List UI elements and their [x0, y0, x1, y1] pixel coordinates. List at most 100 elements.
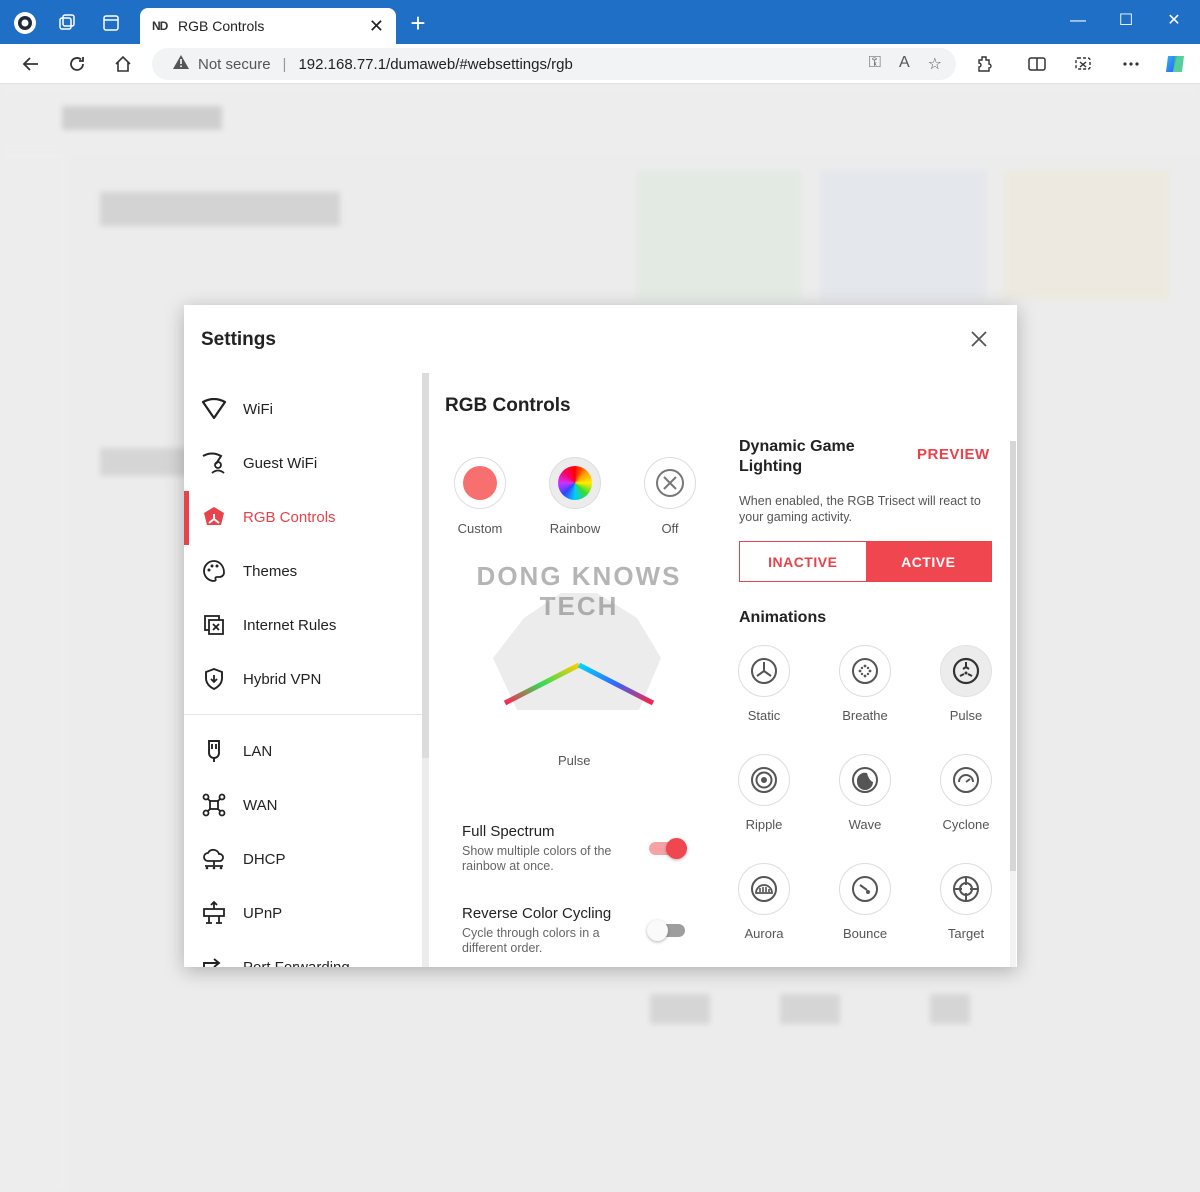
animation-pulse[interactable]: Pulse — [931, 645, 1001, 723]
sidebar-item-label: LAN — [243, 742, 273, 760]
browser-titlebar: ND RGB Controls ✕ + — ☐ ✕ — [0, 0, 1200, 44]
sidebar-item-lan[interactable]: LAN — [184, 729, 422, 773]
animation-label: Bounce — [842, 926, 888, 941]
minimize-button[interactable]: — — [1058, 8, 1098, 34]
browser-profile-icon[interactable] — [12, 10, 38, 36]
trisect-preview: DONG KNOWS TECH — [469, 553, 689, 743]
animation-label: Aurora — [744, 926, 784, 941]
internet-rules-icon — [201, 612, 227, 638]
ripple-icon[interactable] — [738, 754, 790, 806]
pulse-icon[interactable] — [940, 645, 992, 697]
animation-target[interactable]: Target — [931, 863, 1001, 941]
sidebar-item-label: Themes — [243, 562, 298, 580]
aurora-icon[interactable] — [738, 863, 790, 915]
target-icon[interactable] — [940, 863, 992, 915]
sidebar-item-themes[interactable]: Themes — [184, 549, 422, 593]
new-tab-button[interactable]: + — [404, 10, 432, 38]
full-spectrum-description: Show multiple colors of the rainbow at o… — [462, 844, 612, 873]
mode-label: Rainbow — [549, 521, 601, 536]
workspaces-icon[interactable] — [54, 10, 80, 36]
custom-color-swatch[interactable] — [454, 457, 506, 509]
sidebar-item-label: DHCP — [243, 850, 286, 868]
mode-off[interactable]: Off — [630, 457, 710, 536]
tab-close-icon[interactable]: ✕ — [369, 16, 384, 37]
animations-title: Animations — [739, 609, 827, 626]
sidebar-item-guest-wifi[interactable]: Guest WiFi — [184, 441, 422, 485]
full-spectrum-toggle[interactable] — [647, 838, 687, 859]
sidebar-item-wifi[interactable]: WiFi — [184, 387, 422, 431]
bounce-icon[interactable] — [839, 863, 891, 915]
sidebar-item-port-forwarding[interactable]: Port Forwarding — [184, 945, 422, 967]
content-scrollbar[interactable] — [1010, 441, 1016, 967]
maximize-button[interactable]: ☐ — [1106, 8, 1146, 34]
home-button[interactable] — [108, 50, 138, 78]
extensions-icon[interactable] — [970, 50, 1000, 78]
cyclone-icon[interactable] — [940, 754, 992, 806]
sidebar-item-label: Internet Rules — [243, 616, 337, 634]
animation-label: Breathe — [842, 708, 888, 723]
rgb-trisect-icon — [201, 504, 227, 530]
dynamic-lighting-title: Dynamic Game Lighting — [739, 438, 855, 475]
animation-bounce[interactable]: Bounce — [830, 863, 900, 941]
sidebar-item-wan[interactable]: WAN — [184, 783, 422, 827]
read-aloud-icon[interactable]: A — [899, 54, 910, 74]
settings-sidebar: WiFi Guest WiFi RGB Controls Themes Inte… — [184, 373, 422, 967]
address-bar[interactable]: Not secure | 192.168.77.1/dumaweb/#webse… — [152, 48, 956, 80]
wifi-icon — [201, 396, 227, 422]
more-menu-icon[interactable] — [1116, 50, 1146, 78]
tab-actions-icon[interactable] — [98, 10, 124, 36]
sidebar-item-hybrid-vpn[interactable]: Hybrid VPN — [184, 657, 422, 701]
sidebar-item-label: Port Forwarding — [243, 958, 350, 968]
sidebar-item-dhcp[interactable]: DHCP — [184, 837, 422, 881]
off-icon[interactable] — [644, 457, 696, 509]
preview-link[interactable]: PREVIEW — [917, 446, 990, 463]
sidebar-item-label: Hybrid VPN — [243, 670, 322, 688]
sidebar-item-upnp[interactable]: UPnP — [184, 891, 422, 935]
animation-label: Cyclone — [942, 817, 990, 832]
animation-label: Pulse — [949, 708, 983, 723]
sidebar-item-label: WAN — [243, 796, 278, 814]
animation-static[interactable]: Static — [729, 645, 799, 723]
mode-rainbow[interactable]: Rainbow — [535, 457, 615, 536]
modal-title: Settings — [201, 329, 276, 350]
warning-icon[interactable] — [172, 54, 190, 74]
back-button[interactable] — [16, 50, 46, 78]
browser-tab[interactable]: ND RGB Controls ✕ — [140, 8, 396, 44]
sidebar-item-rgb-controls[interactable]: RGB Controls — [184, 491, 422, 545]
sidebar-divider — [184, 714, 422, 715]
animation-breathe[interactable]: Breathe — [830, 645, 900, 723]
inactive-button[interactable]: INACTIVE — [740, 542, 866, 581]
refresh-button[interactable] — [62, 50, 92, 78]
breathe-icon[interactable] — [839, 645, 891, 697]
reverse-cycling-toggle[interactable] — [647, 920, 687, 941]
animation-aurora[interactable]: Aurora — [729, 863, 799, 941]
favorite-star-icon[interactable]: ☆ — [928, 54, 942, 74]
wave-icon[interactable] — [839, 754, 891, 806]
sidebar-item-label: UPnP — [243, 904, 283, 922]
active-button[interactable]: ACTIVE — [865, 542, 991, 581]
sidebar-scrollbar[interactable] — [422, 373, 429, 967]
animation-cyclone[interactable]: Cyclone — [931, 754, 1001, 832]
shield-icon — [201, 666, 227, 692]
copilot-icon[interactable] — [1160, 50, 1190, 78]
tab-title: RGB Controls — [178, 18, 265, 34]
key-icon[interactable]: ⚿ — [869, 54, 881, 74]
screenshot-icon[interactable] — [1068, 50, 1098, 78]
mode-custom[interactable]: Custom — [440, 457, 520, 536]
panel-title: RGB Controls — [445, 395, 571, 416]
sidebar-item-label: Guest WiFi — [243, 454, 318, 472]
wan-network-icon — [201, 792, 227, 818]
sidebar-item-label: RGB Controls — [243, 508, 336, 526]
static-icon[interactable] — [738, 645, 790, 697]
url-text[interactable]: 192.168.77.1/dumaweb/#websettings/rgb — [298, 56, 572, 73]
reverse-cycling-description: Cycle through colors in a different orde… — [462, 926, 600, 955]
split-screen-icon[interactable] — [1022, 50, 1052, 78]
animation-wave[interactable]: Wave — [830, 754, 900, 832]
close-icon[interactable] — [967, 327, 991, 351]
upnp-icon — [201, 900, 227, 926]
sidebar-item-internet-rules[interactable]: Internet Rules — [184, 603, 422, 647]
dhcp-cloud-icon — [201, 846, 227, 872]
close-window-button[interactable]: ✕ — [1154, 8, 1194, 34]
animation-ripple[interactable]: Ripple — [729, 754, 799, 832]
rainbow-wheel-icon[interactable] — [549, 457, 601, 509]
